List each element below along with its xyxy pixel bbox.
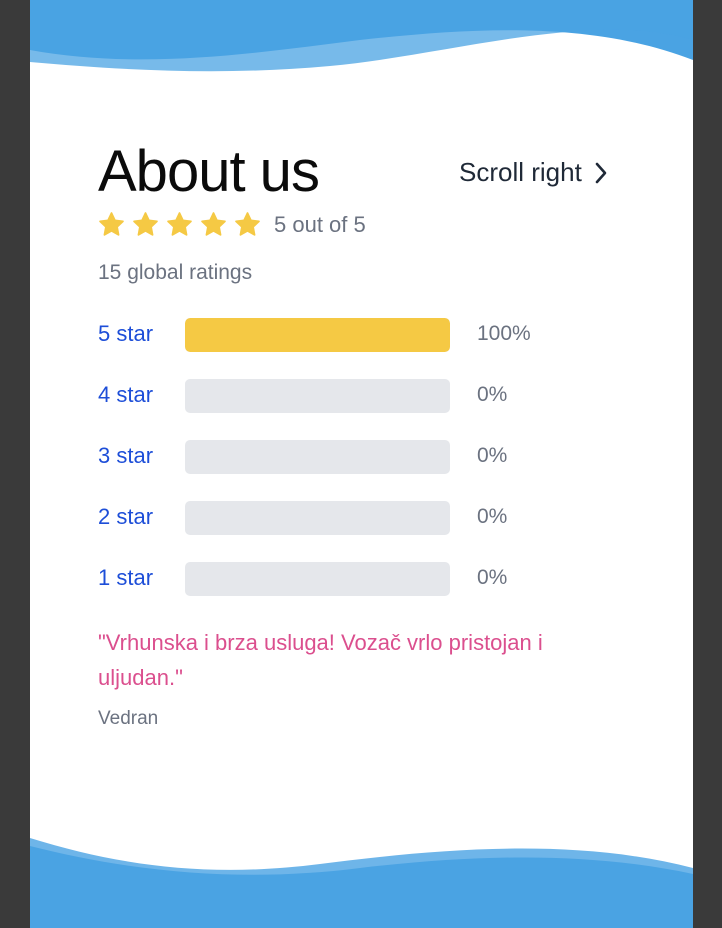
star-icon	[99, 212, 124, 236]
histogram-row-3-star: 3 star 0%	[98, 440, 598, 474]
histogram-row-4-star: 4 star 0%	[98, 379, 598, 413]
bottom-wave-decoration	[30, 838, 693, 928]
histogram-row-1-star: 1 star 0%	[98, 562, 598, 596]
histogram-label-1-star[interactable]: 1 star	[98, 565, 153, 591]
star-icon	[201, 212, 226, 236]
review-quote: "Vrhunska i brza usluga! Vozač vrlo pris…	[98, 630, 543, 690]
histogram-label-2-star[interactable]: 2 star	[98, 504, 153, 530]
histogram-bar-5-star[interactable]	[185, 318, 450, 352]
histogram-label-3-star[interactable]: 3 star	[98, 443, 153, 469]
scroll-right-button[interactable]: Scroll right	[459, 157, 608, 188]
page-title: About us	[98, 139, 320, 204]
histogram-percent-4-star: 0%	[477, 383, 508, 406]
histogram-bar-3-star[interactable]	[185, 440, 450, 474]
global-ratings-count: 15 global ratings	[98, 261, 253, 284]
star-icon	[235, 212, 260, 236]
star-icon	[133, 212, 158, 236]
histogram-bar-4-star[interactable]	[185, 379, 450, 413]
histogram-percent-5-star: 100%	[477, 322, 531, 345]
histogram-row-5-star: 5 star 100%	[98, 318, 598, 352]
histogram-percent-2-star: 0%	[477, 505, 508, 528]
histogram-bar-1-star[interactable]	[185, 562, 450, 596]
chevron-right-icon	[595, 162, 607, 183]
scroll-right-label: Scroll right	[459, 157, 582, 187]
review-author: Vedran	[98, 708, 159, 729]
histogram-percent-1-star: 0%	[477, 566, 508, 589]
histogram-label-4-star[interactable]: 4 star	[98, 382, 153, 408]
about-card: About us Scroll right 5 out of 5 15 glob…	[30, 0, 693, 928]
rating-summary: 5 out of 5	[274, 211, 366, 237]
histogram-fill-5-star	[185, 318, 450, 352]
star-rating: 5 out of 5	[98, 211, 366, 238]
histogram-percent-3-star: 0%	[477, 444, 508, 467]
star-icon	[167, 212, 192, 236]
histogram-label-5-star[interactable]: 5 star	[98, 321, 153, 347]
histogram-row-2-star: 2 star 0%	[98, 501, 598, 535]
histogram-bar-2-star[interactable]	[185, 501, 450, 535]
top-wave-decoration	[30, 0, 693, 72]
